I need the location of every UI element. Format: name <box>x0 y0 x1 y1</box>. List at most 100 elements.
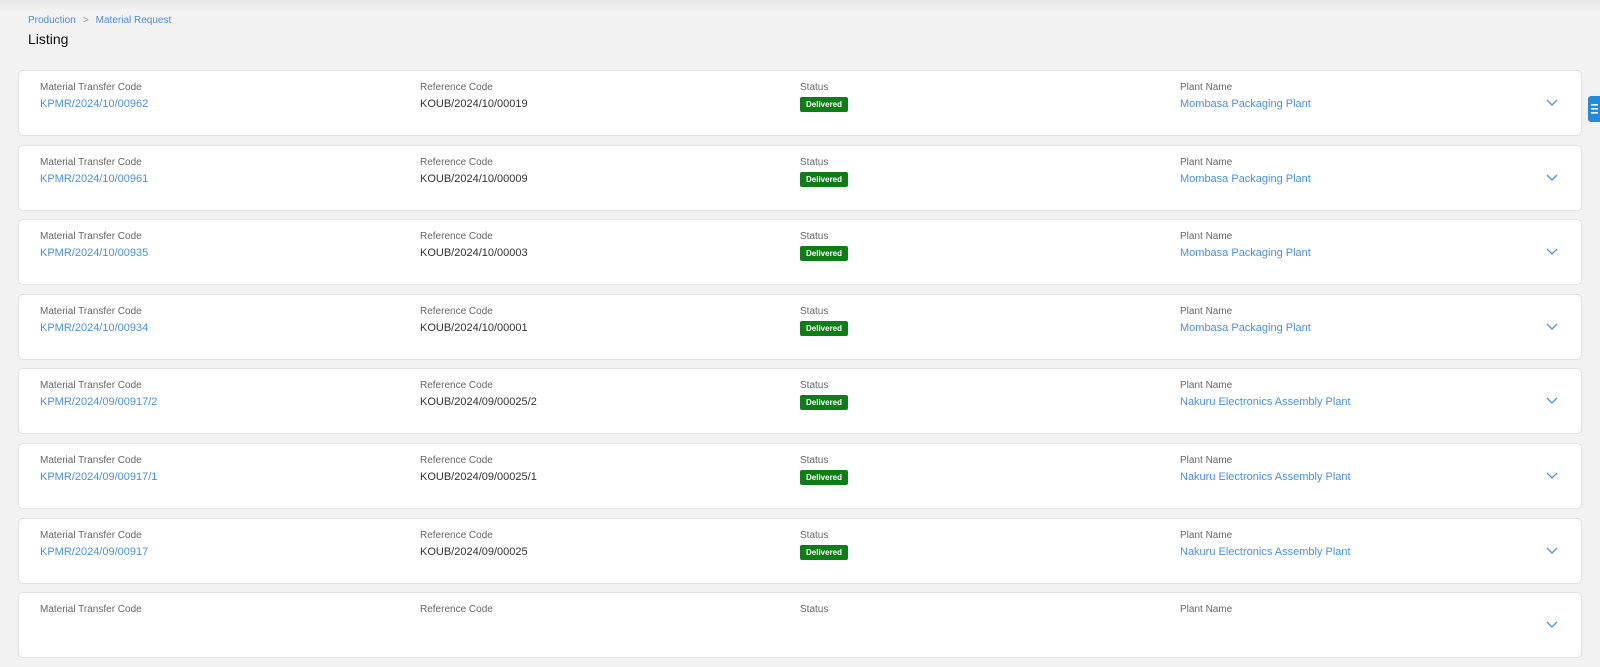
reference-code-value: KOUB/2024/09/00025 <box>420 545 528 558</box>
list-item[interactable]: Material Transfer Code KPMR/2024/10/0096… <box>18 70 1582 136</box>
material-request-list: Material Transfer Code KPMR/2024/10/0096… <box>18 70 1582 667</box>
plant-name-cell: Plant Name Mombasa Packaging Plant <box>1180 82 1311 111</box>
reference-code-value: KOUB/2024/10/00009 <box>420 172 528 185</box>
list-item[interactable]: Material Transfer Code KPMR/2024/10/0093… <box>18 293 1582 360</box>
status-badge: Delivered <box>800 395 849 411</box>
status-cell: Status <box>800 604 828 616</box>
reference-code-label: Reference Code <box>420 529 493 541</box>
reference-code-label: Reference Code <box>420 380 493 392</box>
transfer-code-cell: Material Transfer Code KPMR/2024/10/0096… <box>40 82 148 111</box>
plant-name-cell: Plant Name Mombasa Packaging Plant <box>1180 306 1311 335</box>
transfer-code-cell: Material Transfer Code KPMR/2024/10/0093… <box>40 231 148 260</box>
plant-name-label: Plant Name <box>1180 156 1233 168</box>
plant-name-cell: Plant Name Mombasa Packaging Plant <box>1180 231 1311 260</box>
status-label: Status <box>800 231 829 243</box>
menu-icon <box>1591 104 1598 114</box>
chevron-down-icon[interactable] <box>1545 244 1559 258</box>
plant-name-label: Plant Name <box>1180 82 1233 93</box>
transfer-code-link[interactable]: KPMR/2024/10/00962 <box>40 97 148 111</box>
status-badge: Delivered <box>800 246 849 262</box>
reference-code-value: KOUB/2024/09/00025/2 <box>420 396 537 409</box>
chevron-down-icon[interactable] <box>1545 617 1559 631</box>
list-item[interactable]: Material Transfer Code Reference Code St… <box>18 592 1582 659</box>
list-item[interactable]: Material Transfer Code KPMR/2024/09/0091… <box>18 368 1582 435</box>
plant-name-label: Plant Name <box>1180 380 1233 392</box>
chevron-down-icon[interactable] <box>1545 319 1559 333</box>
list-item[interactable]: Material Transfer Code KPMR/2024/10/0096… <box>18 144 1582 211</box>
transfer-code-cell: Material Transfer Code KPMR/2024/09/0091… <box>40 455 157 484</box>
reference-code-cell: Reference Code KOUB/2024/10/00009 <box>420 157 528 186</box>
plant-name-cell: Plant Name Nakuru Electronics Assembly P… <box>1180 380 1351 409</box>
transfer-code-link[interactable]: KPMR/2024/10/00934 <box>40 321 148 335</box>
plant-name-link[interactable]: Mombasa Packaging Plant <box>1180 321 1311 335</box>
status-label: Status <box>800 454 829 466</box>
reference-code-cell: Reference Code KOUB/2024/09/00025/2 <box>420 380 537 409</box>
plant-name-cell: Plant Name Mombasa Packaging Plant <box>1180 157 1311 186</box>
status-label: Status <box>800 380 829 392</box>
reference-code-value: KOUB/2024/10/00001 <box>420 321 528 334</box>
list-item[interactable]: Material Transfer Code KPMR/2024/10/0093… <box>18 219 1582 286</box>
plant-name-cell: Plant Name <box>1180 604 1232 619</box>
list-item[interactable]: Material Transfer Code KPMR/2024/09/0091… <box>18 442 1582 509</box>
reference-code-cell: Reference Code <box>420 604 493 619</box>
status-cell: Status Delivered <box>800 306 849 336</box>
transfer-code-label: Material Transfer Code <box>40 454 142 466</box>
status-label: Status <box>800 82 829 93</box>
plant-name-label: Plant Name <box>1180 604 1233 616</box>
status-badge: Delivered <box>800 171 849 187</box>
transfer-code-label: Material Transfer Code <box>40 231 142 243</box>
status-badge: Delivered <box>800 469 849 485</box>
plant-name-label: Plant Name <box>1180 454 1233 466</box>
chevron-down-icon[interactable] <box>1545 170 1559 184</box>
reference-code-label: Reference Code <box>420 305 493 317</box>
reference-code-value: KOUB/2024/10/00003 <box>420 247 528 260</box>
plant-name-cell: Plant Name Nakuru Electronics Assembly P… <box>1180 455 1351 484</box>
transfer-code-link[interactable]: KPMR/2024/10/00961 <box>40 172 148 186</box>
breadcrumb-production[interactable]: Production <box>28 15 76 26</box>
chevron-down-icon[interactable] <box>1545 95 1559 109</box>
plant-name-link[interactable]: Nakuru Electronics Assembly Plant <box>1180 470 1351 484</box>
reference-code-label: Reference Code <box>420 231 493 243</box>
transfer-code-cell: Material Transfer Code KPMR/2024/10/0096… <box>40 157 148 186</box>
plant-name-label: Plant Name <box>1180 529 1233 541</box>
transfer-code-link[interactable]: KPMR/2024/10/00935 <box>40 246 148 260</box>
breadcrumb-material-request[interactable]: Material Request <box>96 15 172 26</box>
chevron-down-icon[interactable] <box>1545 393 1559 407</box>
side-menu-tab[interactable] <box>1588 96 1600 122</box>
plant-name-link[interactable]: Mombasa Packaging Plant <box>1180 172 1311 186</box>
transfer-code-cell: Material Transfer Code KPMR/2024/10/0093… <box>40 306 148 335</box>
top-shadow <box>0 0 1600 10</box>
transfer-code-cell: Material Transfer Code KPMR/2024/09/0091… <box>40 530 148 559</box>
transfer-code-link[interactable]: KPMR/2024/09/00917/1 <box>40 470 157 484</box>
reference-code-label: Reference Code <box>420 156 493 168</box>
status-cell: Status Delivered <box>800 231 849 262</box>
reference-code-cell: Reference Code KOUB/2024/09/00025/1 <box>420 455 537 484</box>
chevron-down-icon[interactable] <box>1545 543 1559 557</box>
transfer-code-link[interactable]: KPMR/2024/09/00917/2 <box>40 395 157 409</box>
plant-name-link[interactable]: Nakuru Electronics Assembly Plant <box>1180 395 1351 409</box>
transfer-code-link[interactable]: KPMR/2024/09/00917 <box>40 545 148 559</box>
status-label: Status <box>800 604 829 616</box>
reference-code-value: KOUB/2024/09/00025/1 <box>420 470 537 483</box>
plant-name-link[interactable]: Nakuru Electronics Assembly Plant <box>1180 545 1351 559</box>
list-item[interactable]: Material Transfer Code KPMR/2024/09/0091… <box>18 517 1582 584</box>
plant-name-link[interactable]: Mombasa Packaging Plant <box>1180 246 1311 260</box>
reference-code-label: Reference Code <box>420 454 493 466</box>
status-cell: Status Delivered <box>800 82 849 112</box>
reference-code-value: KOUB/2024/10/00019 <box>420 98 528 110</box>
transfer-code-cell: Material Transfer Code <box>40 604 142 619</box>
transfer-code-label: Material Transfer Code <box>40 380 142 392</box>
status-cell: Status Delivered <box>800 454 849 485</box>
plant-name-link[interactable]: Mombasa Packaging Plant <box>1180 97 1311 111</box>
plant-name-label: Plant Name <box>1180 305 1233 317</box>
reference-code-label: Reference Code <box>420 604 493 616</box>
reference-code-cell: Reference Code KOUB/2024/09/00025 <box>420 530 528 559</box>
status-badge: Delivered <box>800 320 849 336</box>
chevron-down-icon[interactable] <box>1545 468 1559 482</box>
page-title: Listing <box>28 31 69 47</box>
status-cell: Status Delivered <box>800 530 849 560</box>
plant-name-label: Plant Name <box>1180 231 1233 243</box>
status-label: Status <box>800 156 829 168</box>
transfer-code-label: Material Transfer Code <box>40 156 142 168</box>
status-badge: Delivered <box>800 544 849 560</box>
